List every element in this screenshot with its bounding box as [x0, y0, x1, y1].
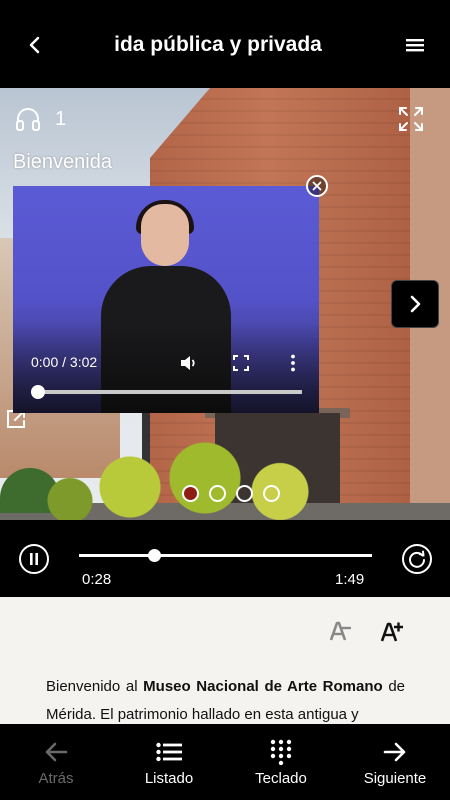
audio-indicator: 1: [15, 106, 66, 132]
carousel-dot[interactable]: [236, 485, 253, 502]
arrow-left-icon: [42, 739, 70, 765]
nav-next-label: Siguiente: [363, 770, 427, 787]
more-options-icon[interactable]: [283, 353, 303, 373]
audio-number: 1: [55, 107, 67, 130]
carousel-dot[interactable]: [182, 485, 199, 502]
total-time: 1:49: [335, 571, 365, 588]
bottom-navigation: Atrás Listado Teclado Siguiente: [0, 724, 450, 800]
carousel-next-button[interactable]: [391, 280, 439, 328]
chevron-right-icon: [410, 295, 421, 313]
welcome-title: Bienvenida: [13, 151, 112, 173]
back-chevron-icon[interactable]: [20, 30, 50, 60]
close-video-button[interactable]: [306, 175, 328, 197]
hamburger-menu-icon[interactable]: [400, 30, 430, 60]
nav-list[interactable]: Listado: [124, 724, 214, 800]
pause-button[interactable]: [19, 544, 49, 574]
elapsed-time: 0:28: [82, 571, 112, 588]
nav-keypad-label: Teclado: [255, 770, 307, 787]
nav-next[interactable]: Siguiente: [352, 724, 438, 800]
video-progress-knob[interactable]: [31, 385, 45, 399]
keypad-icon: [267, 739, 295, 765]
description-text: Bienvenido al Museo Nacional de Arte Rom…: [46, 678, 406, 723]
increase-font-icon[interactable]: [380, 619, 404, 643]
nav-back-label: Atrás: [38, 770, 74, 787]
plants: [40, 433, 340, 520]
list-icon: [155, 739, 183, 765]
nav-back[interactable]: Atrás: [14, 724, 98, 800]
museum-name: Museo Nacional de Arte Romano: [143, 678, 383, 695]
page-title: ida pública y privada: [114, 33, 322, 56]
interpreter-face: [141, 204, 189, 266]
nav-keypad[interactable]: Teclado: [236, 724, 326, 800]
volume-icon[interactable]: [179, 353, 199, 373]
carousel-dot[interactable]: [209, 485, 226, 502]
audio-progress-track[interactable]: [79, 554, 372, 557]
sign-language-video[interactable]: 0:00 / 3:02: [13, 186, 319, 413]
decrease-font-icon[interactable]: [328, 620, 352, 642]
audio-player: 0:28 1:49: [0, 520, 450, 597]
pause-icon: [30, 553, 38, 565]
video-time: 0:00 / 3:02: [31, 354, 98, 370]
video-progress-track[interactable]: [37, 390, 302, 394]
replay-icon: [402, 544, 432, 574]
content-panel: Bienvenido al Museo Nacional de Arte Rom…: [0, 597, 450, 724]
audio-progress-knob[interactable]: [147, 549, 161, 562]
headphones-icon: [16, 108, 40, 131]
video-fullscreen-icon[interactable]: [231, 353, 251, 373]
replay-button[interactable]: [402, 544, 432, 574]
fullscreen-expand-icon[interactable]: [398, 106, 424, 132]
app-header: ida pública y privada: [0, 0, 450, 88]
carousel-dots: [182, 485, 280, 502]
carousel-dot[interactable]: [263, 485, 280, 502]
nav-list-label: Listado: [144, 770, 194, 787]
close-icon: [312, 181, 322, 191]
arrow-right-icon: [381, 739, 409, 765]
